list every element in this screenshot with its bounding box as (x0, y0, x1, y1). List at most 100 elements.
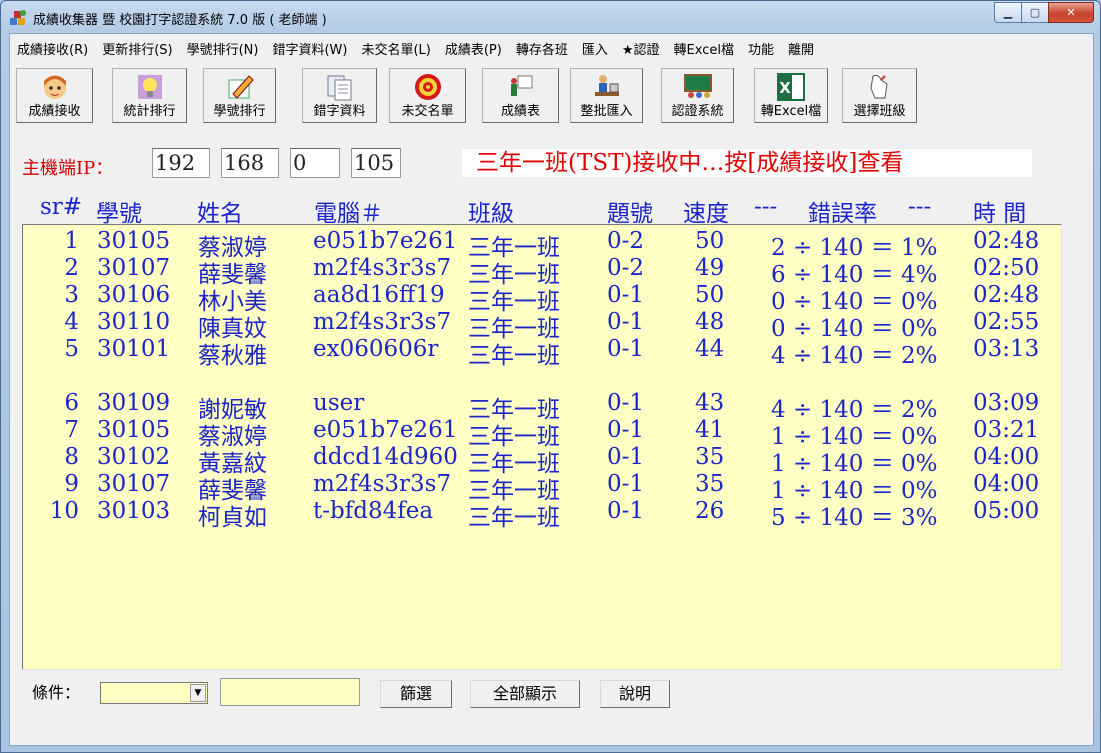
ip-octet-3[interactable]: 0 (290, 148, 340, 178)
column-class: 班級 (468, 201, 514, 227)
svg-text:X: X (779, 79, 791, 97)
cell-id: 30106 (97, 282, 171, 308)
hand-pointer-icon (869, 75, 888, 99)
missing-list-button[interactable]: 未交名單 (389, 68, 466, 123)
menu-excel[interactable]: 轉Excel檔 (667, 36, 741, 58)
id-ranking-button[interactable]: 學號排行 (203, 68, 276, 123)
cell-pc: e051b7e261 (313, 417, 458, 443)
export-excel-button[interactable]: X 轉Excel檔 (754, 68, 828, 123)
typo-data-label: 錯字資料 (313, 104, 366, 119)
cell-sr: 8 (64, 444, 79, 470)
cell-sr: 4 (64, 309, 79, 335)
main-window: 成績收集器 暨 校園打字認證系統 7.0 版 ( 老師端 ) ▁ ▢ ✕ 成績接… (0, 0, 1101, 753)
menu-certify[interactable]: ★認證 (615, 36, 667, 58)
menu-receive-scores[interactable]: 成績接收(R) (10, 36, 95, 58)
cell-q: 0-2 (607, 228, 645, 254)
menu-update-ranking[interactable]: 更新排行(S) (95, 36, 179, 58)
cell-sr: 9 (64, 471, 79, 497)
column-time: 時 間 (973, 201, 1027, 227)
minimize-button[interactable]: ▁ (994, 2, 1022, 23)
help-button[interactable]: 說明 (600, 680, 670, 708)
id-ranking-label: 學號排行 (213, 104, 266, 119)
presenter-icon (510, 75, 532, 96)
cell-name: 柯貞如 (198, 505, 267, 531)
receive-scores-label: 成績接收 (28, 104, 81, 119)
filter-bar: 條件： ▼ 篩選 全部顯示 說明 (10, 674, 1095, 714)
filter-button[interactable]: 篩選 (380, 680, 452, 708)
maximize-button[interactable]: ▢ (1021, 2, 1049, 23)
maximize-icon: ▢ (1029, 6, 1041, 19)
title-bar[interactable]: 成績收集器 暨 校園打字認證系統 7.0 版 ( 老師端 ) ▁ ▢ ✕ (1, 1, 1100, 33)
cell-name: 蔡秋雅 (198, 343, 267, 369)
column-sr: sr# (40, 194, 83, 220)
host-ip-label: 主機端IP： (22, 158, 114, 179)
cell-pc: ex060606r (313, 336, 439, 362)
cell-time: 02:55 (973, 309, 1040, 335)
menu-functions[interactable]: 功能 (741, 36, 781, 58)
close-button[interactable]: ✕ (1048, 2, 1094, 23)
cell-sr: 10 (49, 498, 79, 524)
cell-speed: 43 (695, 390, 725, 416)
minimize-icon: ▁ (1003, 6, 1013, 19)
cell-time: 04:00 (973, 471, 1040, 497)
cell-time: 03:09 (973, 390, 1040, 416)
filter-text-input[interactable] (220, 678, 360, 706)
excel-icon: X (777, 73, 805, 101)
menu-exit[interactable]: 離開 (781, 36, 821, 58)
menu-missing-list[interactable]: 未交名單(L) (354, 36, 437, 58)
stats-ranking-label: 統計排行 (123, 104, 176, 119)
cell-err: 4 ÷ 140 ＝ 2% (771, 343, 938, 369)
client-area: 成績接收(R) 更新排行(S) 學號排行(N) 錯字資料(W) 未交名單(L) … (9, 33, 1094, 746)
cell-sr: 1 (64, 228, 79, 254)
certification-button[interactable]: 認證系統 (661, 68, 734, 123)
cell-id: 30109 (97, 390, 171, 416)
cell-id: 30101 (97, 336, 171, 362)
ip-octet-2[interactable]: 168 (221, 148, 279, 178)
cell-pc: t-bfd84fea (313, 498, 434, 524)
show-all-button[interactable]: 全部顯示 (470, 680, 580, 708)
cell-cls: 三年一班 (468, 343, 560, 369)
cell-sr: 7 (64, 417, 79, 443)
chevron-down-icon[interactable]: ▼ (190, 684, 206, 702)
cell-sr: 2 (64, 255, 79, 281)
column-student-id: 學號 (96, 201, 142, 227)
menu-bar: 成績接收(R) 更新排行(S) 學號排行(N) 錯字資料(W) 未交名單(L) … (10, 36, 821, 58)
cell-speed: 35 (695, 471, 725, 497)
missing-list-label: 未交名單 (401, 104, 454, 119)
ip-octet-4[interactable]: 105 (351, 148, 401, 178)
cell-sr: 5 (64, 336, 79, 362)
typo-data-button[interactable]: 錯字資料 (302, 68, 377, 123)
receive-scores-button[interactable]: 成績接收 (16, 68, 93, 123)
classroom-icon (683, 74, 712, 98)
score-list[interactable]: 1 30105 蔡淑婷 e051b7e261 三年一班 0-2 50 2 ÷ 140 ＝ 1%… (22, 224, 1062, 670)
menu-score-sheet[interactable]: 成績表(P) (438, 36, 509, 58)
filter-condition-select[interactable]: ▼ (100, 682, 208, 704)
cell-q: 0-1 (607, 309, 645, 335)
stats-ranking-button[interactable]: 統計排行 (112, 68, 187, 123)
score-sheet-button[interactable]: 成績表 (482, 68, 559, 123)
ip-octet-1[interactable]: 192 (152, 148, 210, 178)
batch-import-button[interactable]: 整批匯入 (570, 68, 643, 123)
cell-q: 0-1 (607, 417, 645, 443)
cell-sr: 6 (64, 390, 79, 416)
documents-icon (327, 75, 351, 101)
cell-pc: user (313, 390, 365, 416)
cell-cls: 三年一班 (468, 505, 560, 531)
cell-pc: m2f4s3r3s7 (313, 471, 452, 497)
cell-speed: 50 (695, 282, 725, 308)
menu-id-ranking[interactable]: 學號排行(N) (180, 36, 266, 58)
score-sheet-label: 成績表 (500, 104, 540, 119)
menu-typo-data[interactable]: 錯字資料(W) (265, 36, 354, 58)
column-dash-left: --- (754, 194, 778, 220)
cell-q: 0-2 (607, 255, 645, 281)
cell-time: 04:00 (973, 444, 1040, 470)
menu-save-classes[interactable]: 轉存各班 (509, 36, 575, 58)
receive-status-text: 三年一班(TST)接收中…按[成績接收]查看 (462, 149, 1032, 177)
cell-q: 0-1 (607, 390, 645, 416)
cell-q: 0-1 (607, 336, 645, 362)
select-class-button[interactable]: 選擇班級 (842, 68, 917, 123)
cell-pc: ddcd14d960 (313, 444, 458, 470)
cell-q: 0-1 (607, 282, 645, 308)
menu-import[interactable]: 匯入 (575, 36, 615, 58)
person-desk-icon (594, 75, 619, 96)
